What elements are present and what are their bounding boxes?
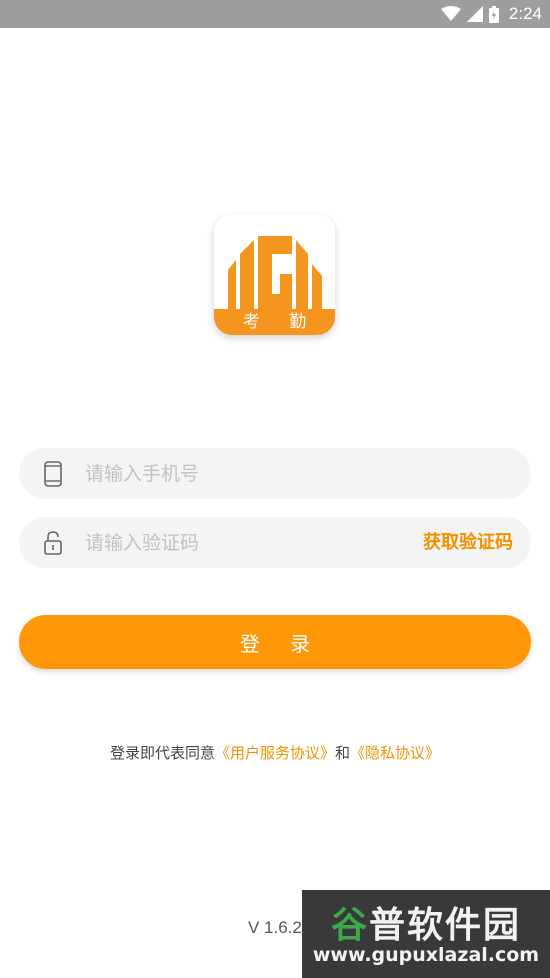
status-time: 2:24 xyxy=(508,4,542,23)
phone-input[interactable] xyxy=(85,448,385,499)
agreement-prefix: 登录即代表同意 xyxy=(109,744,215,762)
lock-icon xyxy=(44,531,62,555)
logo-label: 考 勤 xyxy=(214,309,335,335)
agreement-conjunction: 和 xyxy=(335,744,351,762)
privacy-link[interactable]: 《隐私协议》 xyxy=(350,744,440,762)
code-input[interactable] xyxy=(85,517,385,568)
wifi-icon xyxy=(440,6,461,21)
building-logo-icon xyxy=(228,236,322,310)
watermark-title-rest: 普软件园 xyxy=(369,905,522,946)
code-field[interactable]: 获取验证码 xyxy=(19,517,531,568)
login-button[interactable]: 登 录 xyxy=(19,615,531,669)
watermark-title-accent: 谷 xyxy=(330,905,369,946)
watermark-url: www.gupuxlazal.com xyxy=(312,944,540,966)
watermark-title: 谷普软件园 xyxy=(302,896,550,948)
status-bar: 2:24 xyxy=(0,0,550,28)
battery-icon xyxy=(488,5,499,23)
app-logo: 考 勤 xyxy=(214,214,335,335)
phone-field[interactable] xyxy=(19,448,531,499)
app-version: V 1.6.2 xyxy=(248,918,302,937)
status-icons: 2:24 xyxy=(440,0,542,28)
agreement-text: 登录即代表同意《用户服务协议》和《隐私协议》 xyxy=(0,742,550,763)
mobile-phone-icon xyxy=(44,461,62,487)
get-code-button[interactable]: 获取验证码 xyxy=(423,517,513,568)
cell-signal-icon xyxy=(466,6,483,22)
terms-link[interactable]: 《用户服务协议》 xyxy=(215,744,335,762)
watermark: 谷普软件园 www.gupuxlazal.com xyxy=(302,890,550,978)
